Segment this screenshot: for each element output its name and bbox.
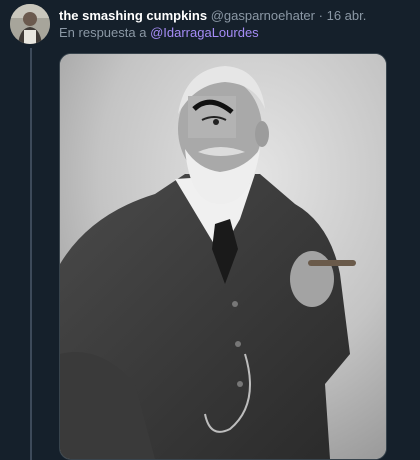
reply-context: En respuesta a @IdarragaLourdes [59, 25, 259, 41]
tweet-media-photo[interactable] [59, 53, 387, 460]
author-handle[interactable]: @gasparnoehater [211, 8, 315, 23]
reply-prefix: En respuesta a [59, 25, 147, 40]
author-name[interactable]: the smashing cumpkins [59, 8, 207, 23]
tweet-header: the smashing cumpkins @gasparnoehater · … [59, 8, 414, 24]
tweet-date[interactable]: 16 abr. [327, 8, 367, 23]
thread-connector-line [30, 48, 32, 460]
reply-mention-link[interactable]: @IdarragaLourdes [150, 25, 259, 40]
photo-meme-image [60, 54, 386, 459]
avatar[interactable] [10, 4, 50, 44]
avatar-image [10, 4, 50, 44]
separator-dot: · [318, 8, 323, 23]
